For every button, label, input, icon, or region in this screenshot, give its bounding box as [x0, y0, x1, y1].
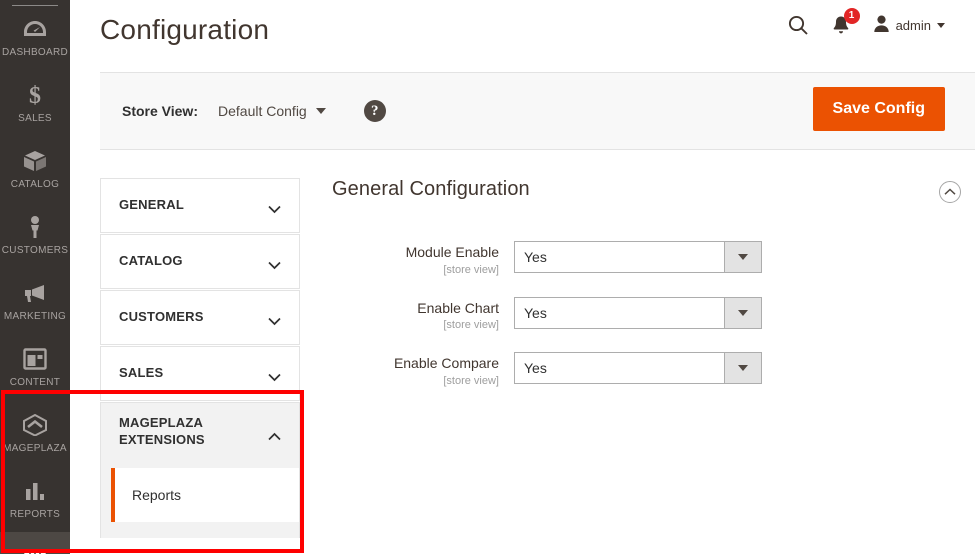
- sidebar-item-label: REPORTS: [10, 509, 60, 520]
- config-section-header[interactable]: CUSTOMERS: [101, 291, 299, 344]
- admin-sidebar: DASHBOARD $ SALES CATALOG CUSTOMERS MARK…: [0, 0, 70, 554]
- module-enable-select[interactable]: Yes: [514, 241, 762, 273]
- chevron-down-icon: [268, 369, 281, 378]
- layout-window-icon: [22, 346, 48, 372]
- config-subitem-reports[interactable]: Reports: [111, 468, 299, 522]
- select-value: Yes: [515, 298, 724, 328]
- admin-user-menu[interactable]: admin: [873, 15, 945, 36]
- svg-text:$: $: [29, 83, 41, 108]
- admin-page: DASHBOARD $ SALES CATALOG CUSTOMERS MARK…: [0, 0, 975, 554]
- field-scope: [store view]: [332, 264, 499, 276]
- dollar-sign-icon: $: [22, 82, 48, 108]
- store-view-label: Store View:: [122, 103, 198, 119]
- chevron-down-icon: [724, 242, 761, 272]
- field-label-col: Enable Chart [store view]: [332, 297, 514, 332]
- config-main: General Configuration Module Enable [sto…: [300, 178, 975, 539]
- storefront-icon: [22, 544, 48, 554]
- chevron-down-icon: [268, 257, 281, 266]
- dashboard-gauge-icon: [22, 16, 48, 42]
- sidebar-item-label: DASHBOARD: [2, 47, 68, 58]
- config-fields: Module Enable [store view] Yes Enable Ch…: [332, 241, 959, 387]
- field-label: Enable Compare: [332, 355, 499, 373]
- config-body: GENERAL CATALOG: [70, 150, 975, 539]
- config-section-header[interactable]: GENERAL: [101, 179, 299, 232]
- field-label-col: Enable Compare [store view]: [332, 352, 514, 387]
- select-value: Yes: [515, 242, 724, 272]
- page-content: Configuration 1 admin: [70, 0, 975, 554]
- field-row-enable-compare: Enable Compare [store view] Yes: [332, 352, 959, 387]
- config-section-title: CUSTOMERS: [119, 309, 204, 326]
- config-section-title: SALES: [119, 365, 163, 382]
- store-view-bar: Store View: Default Config ? Save Config: [100, 72, 975, 150]
- question-mark-icon[interactable]: ?: [364, 100, 386, 122]
- config-nav: GENERAL CATALOG: [100, 178, 300, 539]
- config-section-catalog: CATALOG: [100, 234, 300, 289]
- sidebar-item-label: SALES: [18, 113, 52, 124]
- chevron-down-icon: [724, 353, 761, 383]
- user-avatar-icon: [873, 15, 890, 36]
- chevron-down-icon: [268, 201, 281, 210]
- sidebar-item-label: CONTENT: [10, 377, 60, 388]
- config-section-header[interactable]: MAGEPLAZA EXTENSIONS: [101, 403, 299, 461]
- sidebar-item-marketing[interactable]: MARKETING: [0, 268, 70, 334]
- config-section-customers: CUSTOMERS: [100, 290, 300, 345]
- field-label: Enable Chart: [332, 300, 499, 318]
- config-section-header[interactable]: SALES: [101, 347, 299, 400]
- sidebar-item-stores[interactable]: STORES: [0, 532, 70, 554]
- chevron-down-icon: [268, 313, 281, 322]
- sidebar-item-label: MAGEPLAZA: [3, 443, 67, 454]
- mageplaza-chevron-badge-icon: [22, 412, 48, 438]
- store-view-select[interactable]: Default Config: [218, 103, 326, 119]
- config-section-sales: SALES: [100, 346, 300, 401]
- field-label-col: Module Enable [store view]: [332, 241, 514, 276]
- box-icon: [22, 148, 48, 174]
- field-scope: [store view]: [332, 319, 499, 331]
- sidebar-item-content[interactable]: CONTENT: [0, 334, 70, 400]
- config-section-title: GENERAL: [119, 197, 184, 214]
- header-actions: 1 admin: [787, 0, 945, 36]
- chevron-down-icon: [937, 23, 945, 28]
- config-subitem-list: Reports: [101, 461, 299, 538]
- admin-user-name: admin: [896, 18, 931, 33]
- page-title: Configuration: [100, 0, 269, 46]
- sidebar-item-dashboard[interactable]: DASHBOARD: [0, 4, 70, 70]
- enable-compare-select[interactable]: Yes: [514, 352, 762, 384]
- config-section-header[interactable]: CATALOG: [101, 235, 299, 288]
- chevron-down-icon: [724, 298, 761, 328]
- config-section-title: MAGEPLAZA EXTENSIONS: [119, 415, 262, 449]
- field-row-module-enable: Module Enable [store view] Yes: [332, 241, 959, 276]
- select-value: Yes: [515, 353, 724, 383]
- chevron-up-icon: [268, 428, 281, 437]
- sidebar-item-label: CATALOG: [11, 179, 59, 190]
- sidebar-item-label: CUSTOMERS: [2, 245, 68, 256]
- store-view-selected-value: Default Config: [218, 103, 307, 119]
- search-icon[interactable]: [787, 14, 809, 36]
- sidebar-item-customers[interactable]: CUSTOMERS: [0, 202, 70, 268]
- save-config-button[interactable]: Save Config: [813, 87, 945, 131]
- config-section-title: CATALOG: [119, 253, 183, 270]
- enable-chart-select[interactable]: Yes: [514, 297, 762, 329]
- notification-count-badge: 1: [844, 8, 860, 24]
- field-row-enable-chart: Enable Chart [store view] Yes: [332, 297, 959, 332]
- config-section-mageplaza-extensions: MAGEPLAZA EXTENSIONS Reports: [100, 402, 300, 538]
- notifications-bell-icon[interactable]: 1: [831, 15, 851, 36]
- field-scope: [store view]: [332, 375, 499, 387]
- sidebar-item-reports[interactable]: REPORTS: [0, 466, 70, 532]
- megaphone-icon: [22, 280, 48, 306]
- sidebar-item-mageplaza[interactable]: MAGEPLAZA: [0, 400, 70, 466]
- section-title: General Configuration: [332, 178, 530, 201]
- chevron-down-icon: [316, 108, 326, 114]
- config-section-general: GENERAL: [100, 178, 300, 233]
- bar-chart-icon: [22, 478, 48, 504]
- chevron-up-circle-icon[interactable]: [939, 181, 961, 203]
- sidebar-item-label: MARKETING: [4, 311, 66, 322]
- section-title-row: General Configuration: [332, 178, 959, 203]
- page-header: Configuration 1 admin: [70, 0, 975, 72]
- sidebar-item-sales[interactable]: $ SALES: [0, 70, 70, 136]
- sidebar-item-catalog[interactable]: CATALOG: [0, 136, 70, 202]
- field-label: Module Enable: [332, 244, 499, 262]
- person-icon: [22, 214, 48, 240]
